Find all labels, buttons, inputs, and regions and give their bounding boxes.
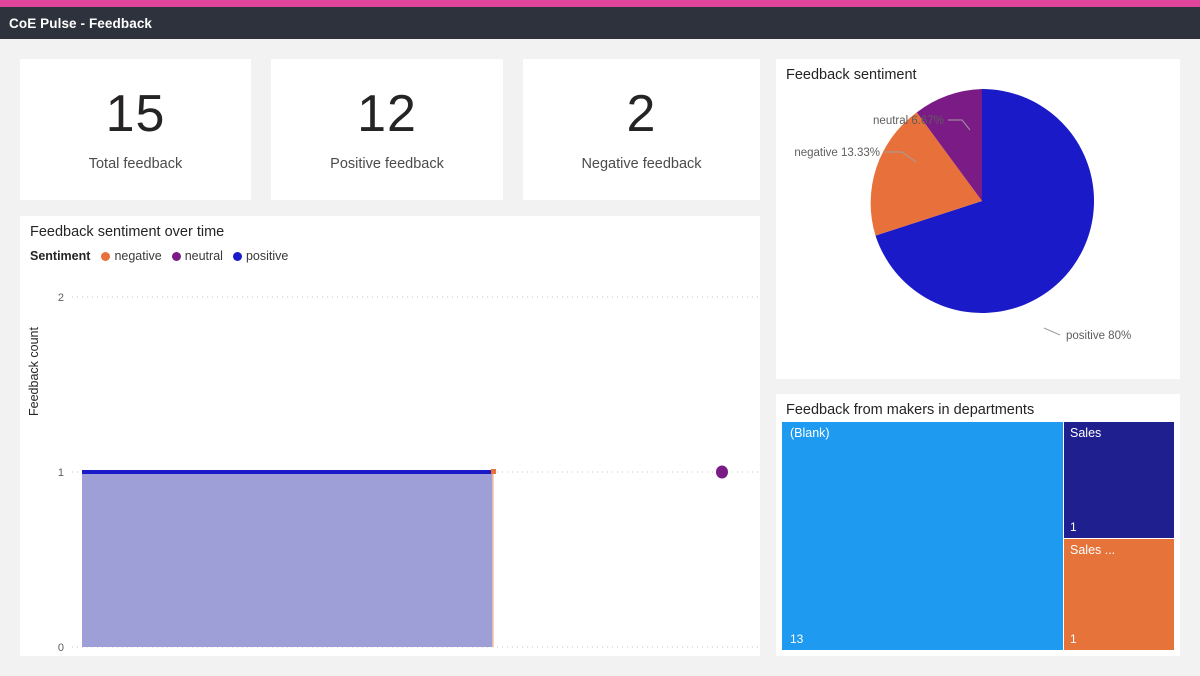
kpi-label: Positive feedback	[330, 155, 444, 172]
kpi-label: Negative feedback	[581, 155, 702, 172]
y-tick-0: 0	[58, 642, 64, 654]
legend-label: positive	[245, 249, 289, 263]
dashboard-page: CoE Pulse - Feedback 15 Total feedback 1…	[0, 0, 1200, 676]
treemap-tile-label: (Blank)	[790, 426, 830, 440]
treemap-tile-value: 1	[1070, 632, 1077, 646]
legend-label: negative	[114, 249, 162, 263]
chart-legend: Sentiment negative neutral positive	[30, 249, 294, 263]
page-title: CoE Pulse - Feedback	[9, 15, 153, 31]
feedback-departments-treemap-card[interactable]: Feedback from makers in departments (Bla…	[776, 394, 1180, 656]
feedback-sentiment-over-time-card[interactable]: Feedback sentiment over time Sentiment n…	[20, 216, 760, 656]
legend-item-positive[interactable]: positive	[232, 249, 289, 263]
treemap-tile-sales-other[interactable]: Sales ... 1	[1064, 539, 1174, 650]
chart-title: Feedback from makers in departments	[786, 402, 1035, 418]
series-marker-negative[interactable]	[491, 469, 496, 474]
pie-label-negative: negative 13.33%	[794, 147, 880, 159]
legend-swatch-icon	[171, 251, 181, 261]
treemap-right-column: Sales 1 Sales ... 1	[1064, 422, 1174, 650]
y-tick-1: 1	[58, 467, 64, 479]
pie-chart-plot[interactable]: neutral 6.67% negative 13.33% positive 8…	[776, 83, 1180, 379]
y-tick-2: 2	[58, 292, 64, 304]
report-canvas: 15 Total feedback 12 Positive feedback 2…	[0, 39, 1200, 676]
accent-stripe	[0, 0, 1200, 7]
kpi-value: 2	[626, 84, 657, 143]
area-fill-positive	[82, 472, 493, 647]
treemap-tile-label: Sales ...	[1070, 543, 1116, 557]
feedback-sentiment-pie-card[interactable]: Feedback sentiment neutral 6.67% negativ…	[776, 59, 1180, 379]
chart-title: Feedback sentiment	[786, 67, 917, 83]
treemap-tile-value: 1	[1070, 520, 1077, 534]
pie-label-neutral: neutral 6.67%	[873, 115, 944, 127]
series-marker-neutral[interactable]	[716, 465, 728, 479]
kpi-value: 12	[357, 84, 417, 143]
treemap-plot[interactable]: (Blank) 13 Sales 1 Sales ... 1	[782, 422, 1174, 650]
legend-title: Sentiment	[30, 249, 91, 263]
kpi-card-total-feedback[interactable]: 15 Total feedback	[20, 59, 251, 200]
kpi-value: 15	[105, 84, 166, 143]
callout-line-positive	[1043, 327, 1061, 336]
legend-label: neutral	[184, 249, 223, 263]
app-title-bar: CoE Pulse - Feedback	[0, 7, 1200, 39]
legend-swatch-icon	[101, 251, 111, 261]
pie-label-positive: positive 80%	[1066, 330, 1131, 342]
area-chart-plot[interactable]: 2 1 0 15 Feb 00:00 15 Feb 12:00 16 Feb 0…	[20, 266, 760, 656]
treemap-tile-sales[interactable]: Sales 1	[1064, 422, 1174, 538]
kpi-card-positive-feedback[interactable]: 12 Positive feedback	[271, 59, 503, 200]
legend-swatch-icon	[232, 251, 242, 261]
chart-title: Feedback sentiment over time	[30, 224, 225, 240]
kpi-label: Total feedback	[88, 155, 183, 172]
treemap-tile-value: 13	[790, 632, 804, 646]
treemap-tile-label: Sales	[1070, 426, 1102, 440]
treemap-tile-blank[interactable]: (Blank) 13	[782, 422, 1063, 650]
legend-item-neutral[interactable]: neutral	[171, 249, 223, 263]
kpi-card-negative-feedback[interactable]: 2 Negative feedback	[523, 59, 760, 200]
legend-item-negative[interactable]: negative	[101, 249, 162, 263]
